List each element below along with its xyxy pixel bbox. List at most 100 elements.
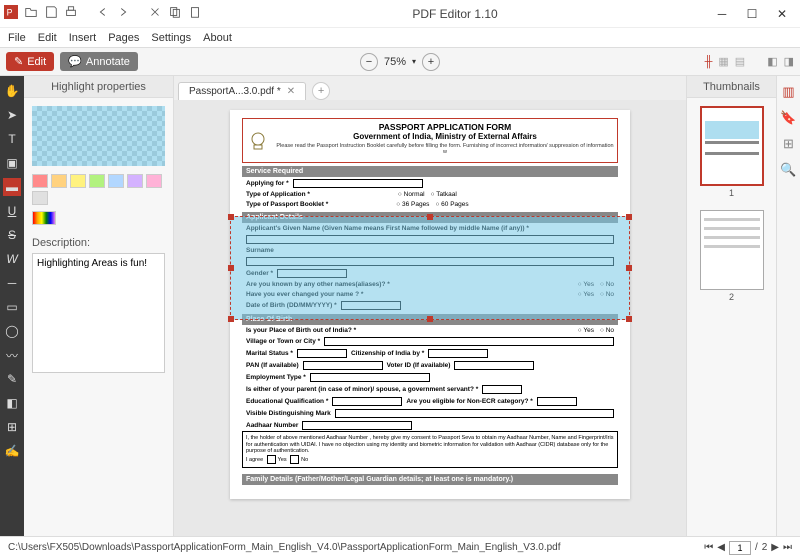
radio-36[interactable]: 36 Pages	[396, 201, 429, 208]
field-aadhaar[interactable]	[302, 421, 412, 430]
search-tab-icon[interactable]: 🔍	[780, 162, 796, 178]
edit-mode-label: Edit	[27, 56, 46, 68]
thumbnail-1[interactable]	[700, 106, 764, 186]
pencil-tool-icon[interactable]: ✎	[3, 370, 21, 388]
toggle-right-panel-icon[interactable]: ◨	[784, 55, 794, 68]
highlight-area-tool-icon[interactable]: ▬	[3, 178, 21, 196]
swatch-red[interactable]	[32, 174, 48, 188]
toggle-left-panel-icon[interactable]: ◧	[767, 55, 777, 68]
bookmarks-tab-icon[interactable]: 🔖	[780, 110, 796, 126]
signature-tool-icon[interactable]: ✍	[3, 442, 21, 460]
rect-tool-icon[interactable]: ▭	[3, 298, 21, 316]
field-village[interactable]	[324, 337, 614, 346]
annotate-mode-button[interactable]: 💬 Annotate	[60, 52, 138, 71]
hand-tool-icon[interactable]: ✋	[3, 82, 21, 100]
field-parentgov[interactable]	[482, 385, 522, 394]
minimize-button[interactable]: ─	[708, 4, 736, 24]
zoom-dropdown-icon[interactable]: ▾	[412, 57, 416, 66]
image-tool-icon[interactable]: ▣	[3, 154, 21, 172]
document-viewport[interactable]: PASSPORT APPLICATION FORM Government of …	[174, 100, 686, 536]
thumbnails-tab-icon[interactable]: ▥	[782, 84, 794, 100]
menu-settings[interactable]: Settings	[151, 32, 191, 44]
field-pan[interactable]	[303, 361, 383, 370]
polyline-tool-icon[interactable]: 〰	[3, 346, 21, 364]
select-tool-icon[interactable]: ➤	[3, 106, 21, 124]
undo-icon[interactable]	[96, 5, 110, 22]
thumbnail-2[interactable]	[700, 210, 764, 290]
swatch-green[interactable]	[89, 174, 105, 188]
menu-about[interactable]: About	[203, 32, 232, 44]
checkbox-yes[interactable]	[267, 455, 276, 464]
layout-single-icon[interactable]: ╫	[705, 56, 713, 68]
zoom-value[interactable]: 75%	[384, 56, 406, 68]
cut-icon[interactable]	[148, 5, 162, 22]
menubar: File Edit Insert Pages Settings About	[0, 28, 800, 48]
redo-icon[interactable]	[116, 5, 130, 22]
menu-edit[interactable]: Edit	[38, 32, 57, 44]
radio-pob-no[interactable]: No	[600, 327, 614, 334]
radio-booklet[interactable]: 36 Pages 60 Pages	[396, 201, 468, 208]
swatch-yellow[interactable]	[70, 174, 86, 188]
prev-page-icon[interactable]: ◀	[717, 542, 725, 553]
color-picker-icon[interactable]	[32, 211, 56, 225]
swatch-orange[interactable]	[51, 174, 67, 188]
checkbox-no[interactable]	[290, 455, 299, 464]
radio-tatkaal[interactable]: Tatkaal	[431, 191, 457, 198]
first-page-icon[interactable]: ⏮	[704, 542, 713, 553]
label-pobout: Is your Place of Birth out of India? *	[246, 327, 356, 334]
last-page-icon[interactable]: ⏭	[783, 542, 792, 553]
copy-icon[interactable]	[168, 5, 182, 22]
radio-pob-yes[interactable]: Yes	[578, 327, 594, 334]
radio-60[interactable]: 60 Pages	[435, 201, 468, 208]
edit-mode-button[interactable]: ✎ Edit	[6, 52, 54, 71]
page-input[interactable]	[729, 541, 751, 555]
zoom-out-button[interactable]: −	[360, 53, 378, 71]
radio-type-app[interactable]: Normal Tatkaal	[398, 191, 457, 198]
layout-continuous-icon[interactable]: ▤	[735, 55, 745, 68]
properties-title: Highlight properties	[24, 76, 173, 98]
thumbnails-panel: Thumbnails 1 2	[686, 76, 776, 536]
next-page-icon[interactable]: ▶	[771, 542, 779, 553]
swatch-gray[interactable]	[32, 191, 48, 205]
new-tab-button[interactable]: +	[312, 82, 330, 100]
swatch-purple[interactable]	[127, 174, 143, 188]
layout-grid-icon[interactable]: ▦	[718, 55, 728, 68]
menu-insert[interactable]: Insert	[69, 32, 97, 44]
attachments-tab-icon[interactable]: ⊞	[783, 136, 794, 152]
emblem-icon	[246, 129, 270, 153]
tab-close-icon[interactable]: ✕	[287, 86, 295, 97]
swatch-blue[interactable]	[108, 174, 124, 188]
tab-active[interactable]: PassportA...3.0.pdf * ✕	[178, 82, 306, 100]
squiggly-tool-icon[interactable]: W	[3, 250, 21, 268]
field-applying[interactable]	[293, 179, 423, 188]
page-total: 2	[762, 542, 768, 553]
field-marks[interactable]	[335, 409, 614, 418]
eraser-tool-icon[interactable]: ◧	[3, 394, 21, 412]
stamp-tool-icon[interactable]: ⊞	[3, 418, 21, 436]
highlight-text-tool-icon[interactable]: U	[3, 202, 21, 220]
strikeout-tool-icon[interactable]: S	[3, 226, 21, 244]
description-input[interactable]	[32, 253, 165, 373]
menu-file[interactable]: File	[8, 32, 26, 44]
line-tool-icon[interactable]: ─	[3, 274, 21, 292]
field-marital[interactable]	[297, 349, 347, 358]
field-edu[interactable]	[332, 397, 402, 406]
text-tool-icon[interactable]: T	[3, 130, 21, 148]
field-citizen[interactable]	[428, 349, 488, 358]
radio-normal[interactable]: Normal	[398, 191, 425, 198]
field-voter[interactable]	[454, 361, 534, 370]
close-button[interactable]: ✕	[768, 4, 796, 24]
open-icon[interactable]	[24, 5, 38, 22]
zoom-in-button[interactable]: +	[422, 53, 440, 71]
highlight-selection[interactable]	[230, 216, 630, 320]
field-emp[interactable]	[310, 373, 430, 382]
paste-icon[interactable]	[188, 5, 202, 22]
menu-pages[interactable]: Pages	[108, 32, 139, 44]
print-icon[interactable]	[64, 5, 78, 22]
field-nonecr[interactable]	[537, 397, 577, 406]
swatch-pink[interactable]	[146, 174, 162, 188]
radio-pobout[interactable]: Yes No	[578, 327, 614, 334]
maximize-button[interactable]: ☐	[738, 4, 766, 24]
save-icon[interactable]	[44, 5, 58, 22]
ellipse-tool-icon[interactable]: ◯	[3, 322, 21, 340]
